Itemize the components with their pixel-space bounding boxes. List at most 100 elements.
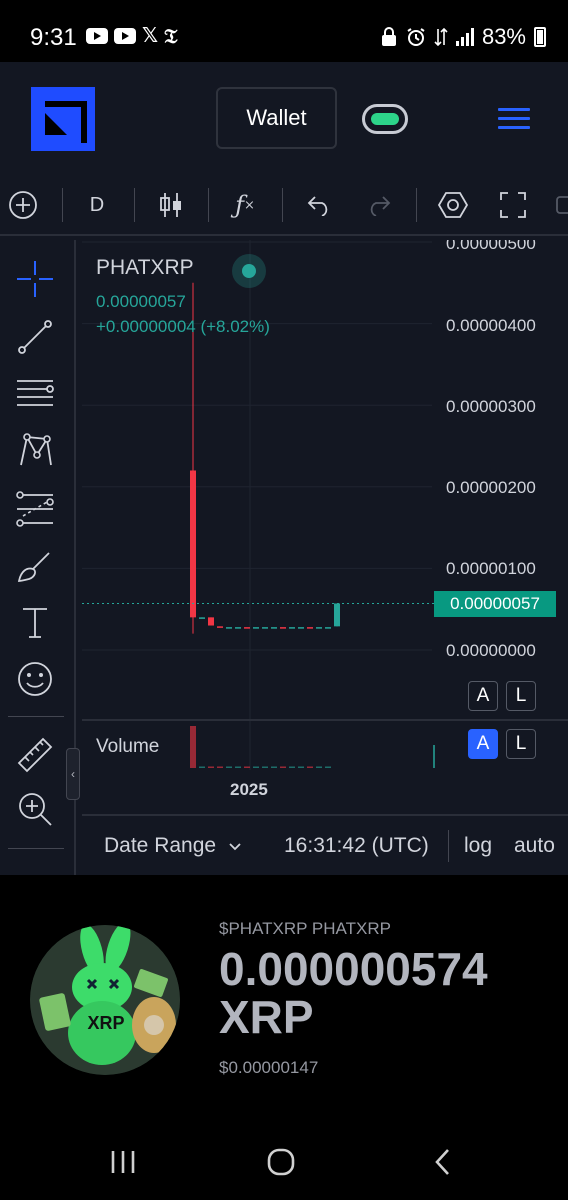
candle-body — [280, 627, 286, 629]
candles-icon[interactable] — [156, 188, 186, 222]
drawing-toolbar — [0, 240, 76, 875]
volume-bar — [289, 766, 295, 768]
price-axis-label: 0.00000200 — [446, 478, 536, 497]
candle-body — [253, 627, 259, 629]
fib-icon[interactable] — [12, 370, 58, 416]
volume-auto-button[interactable]: A — [468, 729, 498, 759]
price-axis-label: 0.00000400 — [446, 316, 536, 335]
settings-icon[interactable] — [436, 188, 470, 222]
token-info: XRP $PHATXRP PHATXRP 0.000000574 XRP $0.… — [0, 875, 568, 1125]
candle-body — [298, 627, 304, 629]
theme-toggle[interactable] — [362, 104, 408, 134]
youtube-icon — [114, 28, 136, 44]
volume-log-button[interactable]: L — [506, 729, 536, 759]
candle-body — [190, 470, 196, 618]
home-icon[interactable] — [266, 1147, 296, 1182]
volume-bar — [190, 726, 196, 768]
undo-icon[interactable] — [302, 188, 336, 222]
app-header: Wallet — [0, 62, 568, 174]
redo-icon[interactable] — [362, 188, 396, 222]
avatar-text: XRP — [87, 1013, 124, 1033]
zoom-in-icon[interactable] — [12, 786, 58, 832]
chevron-down-icon — [229, 843, 241, 851]
fullscreen-icon[interactable] — [496, 188, 530, 222]
last-price-tag: 0.00000057 — [434, 591, 556, 617]
volume-bar — [226, 766, 232, 768]
last-value: 0.00000057 — [96, 292, 186, 311]
price-axis-label: 0.00000500 — [446, 240, 536, 253]
youtube-icon — [86, 28, 108, 44]
volume-bar — [244, 766, 250, 768]
battery-icon — [534, 27, 546, 47]
volume-bar — [253, 766, 259, 768]
emoji-icon[interactable] — [12, 656, 58, 702]
token-price-unit: XRP — [219, 991, 314, 1043]
chart-bottom-bar: Date Range 16:31:42 (UTC) log auto — [82, 814, 568, 875]
candle-body — [208, 617, 214, 626]
log-scale-button[interactable]: L — [506, 681, 536, 711]
volume-bar — [271, 766, 277, 768]
chart-pane[interactable]: PHATXRP 0.00000057 +0.00000004 (+8.02%) … — [82, 240, 568, 875]
alarm-icon — [407, 28, 425, 46]
brush-icon[interactable] — [12, 544, 58, 590]
price-axis-label: 0.00000000 — [446, 641, 536, 660]
date-range-label: Date Range — [104, 834, 217, 857]
utc-clock[interactable]: 16:31:42 (UTC) — [284, 834, 429, 858]
log-toggle[interactable]: log — [464, 834, 492, 858]
volume-label: Volume — [96, 736, 160, 757]
volume-bar — [199, 766, 205, 768]
pattern-icon[interactable] — [12, 428, 58, 474]
screenshot-icon[interactable] — [552, 188, 568, 222]
volume-bar — [208, 766, 214, 768]
crosshair-icon[interactable] — [12, 256, 58, 302]
token-price-value: 0.000000574 — [219, 943, 488, 995]
nyt-icon: 𝔗 — [164, 24, 178, 48]
navigation-bar — [0, 1125, 568, 1200]
recents-icon[interactable] — [108, 1147, 138, 1182]
candle-body — [226, 627, 232, 629]
status-bar: 9:31 𝕏 𝔗 83% — [0, 0, 568, 62]
volume-bar — [298, 766, 304, 768]
text-icon[interactable] — [12, 600, 58, 646]
volume-bar — [235, 766, 241, 768]
chart-toolbar: D ƒ × — [0, 174, 568, 236]
price-axis-label: 0.00000300 — [446, 397, 536, 416]
volume-bar — [316, 766, 322, 768]
volume-bar — [262, 766, 268, 768]
add-icon[interactable] — [6, 188, 40, 222]
auto-scale-button[interactable]: A — [468, 681, 498, 711]
token-price: 0.000000574 XRP — [219, 945, 488, 1041]
token-usd-price: $0.00000147 — [219, 1058, 319, 1077]
interval-button[interactable]: D — [80, 188, 114, 222]
live-status-icon — [232, 254, 266, 288]
symbol-name: PHATXRP — [96, 256, 194, 279]
candle-body — [271, 627, 277, 629]
volume-bar — [325, 766, 331, 768]
date-range-button[interactable]: Date Range — [104, 834, 242, 858]
lock-icon — [381, 27, 396, 46]
indicators-icon[interactable]: ƒ × — [228, 188, 262, 222]
wallet-button[interactable]: Wallet — [216, 87, 337, 149]
volume-bar — [280, 766, 286, 768]
candle-body — [289, 627, 295, 629]
price-change: +0.00000004 (+8.02%) — [96, 317, 270, 336]
forecast-icon[interactable] — [12, 486, 58, 532]
candle-body — [316, 627, 322, 629]
token-ticker: $PHATXRP PHATXRP — [219, 919, 391, 938]
volume-bar — [217, 766, 223, 768]
battery-percent: 83% — [481, 24, 526, 49]
collapse-toolbar-button[interactable]: ‹ — [66, 748, 80, 800]
app-logo[interactable] — [31, 87, 95, 151]
volume-bar — [307, 766, 313, 768]
candle-body — [199, 617, 205, 619]
candle-body — [217, 626, 223, 628]
candle-body — [325, 627, 331, 629]
x-icon: 𝕏 — [142, 25, 159, 47]
trendline-icon[interactable] — [12, 314, 58, 360]
price-axis-label: 0.00000100 — [446, 559, 536, 578]
candle-body — [334, 603, 340, 627]
ruler-icon[interactable] — [12, 732, 58, 778]
back-icon[interactable] — [428, 1147, 458, 1182]
auto-toggle[interactable]: auto — [514, 834, 555, 858]
menu-icon[interactable] — [498, 108, 530, 130]
